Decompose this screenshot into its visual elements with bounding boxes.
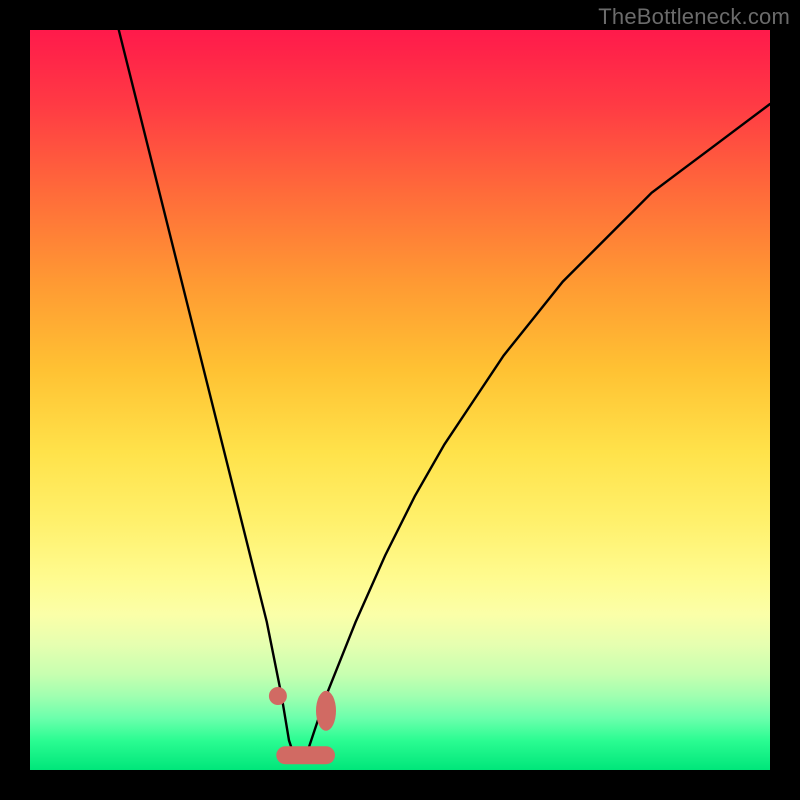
right-blob-marker xyxy=(316,691,336,731)
left-dot-marker xyxy=(269,687,287,705)
bottleneck-curve xyxy=(119,30,770,763)
plot-svg xyxy=(30,30,770,770)
frame: TheBottleneck.com xyxy=(0,0,800,800)
attribution-text: TheBottleneck.com xyxy=(598,4,790,30)
